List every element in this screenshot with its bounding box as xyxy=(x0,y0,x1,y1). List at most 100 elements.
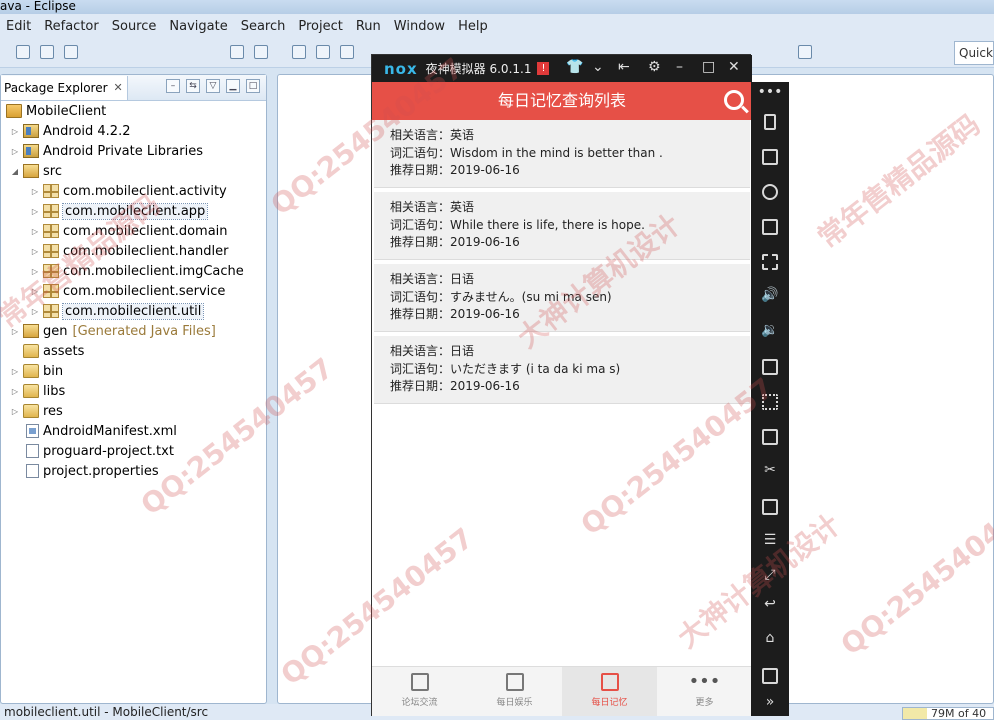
tree-item-private-libs[interactable]: ▷ Android Private Libraries xyxy=(10,141,203,161)
menu-icon[interactable]: ☰ xyxy=(751,532,789,548)
tree-item-manifest[interactable]: AndroidManifest.xml xyxy=(26,421,177,441)
expand-arrow-icon[interactable]: ▷ xyxy=(30,187,40,196)
expand-arrow-icon[interactable]: ▷ xyxy=(10,367,20,376)
memory-list: 相关语言：英语 词汇语句：Wisdom in the mind is bette… xyxy=(372,120,752,666)
expand-arrow-icon[interactable]: ▷ xyxy=(10,147,20,156)
expand-arrow-icon[interactable]: ▷ xyxy=(10,327,20,336)
heap-status[interactable]: 79M of 40 xyxy=(902,707,994,720)
tools-icon[interactable] xyxy=(316,45,330,59)
keyboard-icon[interactable] xyxy=(762,149,778,165)
expand-arrow-icon[interactable]: ▷ xyxy=(30,247,40,256)
chevron-down-icon[interactable]: ⌄ xyxy=(592,59,604,75)
collapse-arrow-icon[interactable]: ◢ xyxy=(10,167,20,176)
expand-icon[interactable]: » xyxy=(751,694,789,710)
maximize-icon[interactable]: □ xyxy=(246,79,260,93)
quick-access-field[interactable]: Quick xyxy=(954,41,994,65)
tab-forum[interactable]: 论坛交流 xyxy=(372,667,467,716)
screen-icon[interactable] xyxy=(762,219,778,235)
menu-window[interactable]: Window xyxy=(394,19,445,34)
list-item[interactable]: 相关语言：日语 词汇语句：いただきます (i ta da ki ma s) 推荐… xyxy=(374,336,750,404)
menu-navigate[interactable]: Navigate xyxy=(169,19,227,34)
tree-item-package[interactable]: ▷ com.mobileclient.activity xyxy=(30,181,227,201)
tab-daily-memory[interactable]: 每日记忆 xyxy=(562,667,657,716)
menu-help[interactable]: Help xyxy=(458,19,488,34)
menu-run[interactable]: Run xyxy=(356,19,381,34)
expand-arrow-icon[interactable]: ▷ xyxy=(30,287,40,296)
check-icon[interactable] xyxy=(254,45,268,59)
tree-item-package[interactable]: ▷ com.mobileclient.handler xyxy=(30,241,229,261)
view-menu-icon[interactable]: ▽ xyxy=(206,79,220,93)
open-perspective-icon[interactable] xyxy=(798,45,812,59)
collapse-all-icon[interactable]: – xyxy=(166,79,180,93)
list-item[interactable]: 相关语言：日语 词汇语句：すみません。(su mi ma sen) 推荐日期：2… xyxy=(374,264,750,332)
tree-item-package[interactable]: ▷ com.mobileclient.domain xyxy=(30,221,228,241)
recent-apps-icon[interactable] xyxy=(762,668,778,684)
volume-down-icon[interactable]: 🔉 xyxy=(751,322,789,338)
expand-arrow-icon[interactable]: ▷ xyxy=(10,127,20,136)
more-icon[interactable]: ••• xyxy=(751,84,789,100)
tab-package-explorer[interactable]: Package Explorer ✕ xyxy=(1,75,128,100)
menu-source[interactable]: Source xyxy=(112,19,157,34)
maximize-icon[interactable]: □ xyxy=(702,59,715,75)
tree-item-package[interactable]: ▷ com.mobileclient.service xyxy=(30,281,225,301)
record-icon[interactable] xyxy=(762,359,778,375)
minimize-icon[interactable]: ▁ xyxy=(226,79,240,93)
new-project-icon[interactable] xyxy=(292,45,306,59)
expand-arrow-icon[interactable]: ▷ xyxy=(10,387,20,396)
list-item[interactable]: 相关语言：英语 词汇语句：Wisdom in the mind is bette… xyxy=(374,120,750,188)
menu-refactor[interactable]: Refactor xyxy=(44,19,99,34)
menu-project[interactable]: Project xyxy=(298,19,342,34)
multi-instance-icon[interactable] xyxy=(762,499,778,515)
close-icon[interactable]: ✕ xyxy=(728,59,740,75)
print-icon[interactable] xyxy=(64,45,78,59)
tree-item-src[interactable]: ◢ src xyxy=(10,161,62,181)
expand-arrow-icon[interactable]: ▷ xyxy=(30,227,40,236)
list-item[interactable]: 相关语言：英语 词汇语句：While there is life, there … xyxy=(374,192,750,260)
tree-item-properties[interactable]: project.properties xyxy=(26,461,159,481)
tree-item-package-selected[interactable]: ▷ com.mobileclient.util xyxy=(30,301,205,321)
status-text: mobileclient.util - MobileClient/src xyxy=(4,705,209,719)
package-icon xyxy=(43,244,59,258)
menu-edit[interactable]: Edit xyxy=(6,19,31,34)
tree-item-libs[interactable]: ▷ libs xyxy=(10,381,65,401)
tree-item-android-lib[interactable]: ▷ Android 4.2.2 xyxy=(10,121,131,141)
resize-icon[interactable]: ⤢ xyxy=(751,567,789,583)
scissors-icon[interactable]: ✂ xyxy=(751,462,789,478)
save-all-icon[interactable] xyxy=(40,45,54,59)
location-icon[interactable] xyxy=(762,184,778,200)
pin-icon[interactable]: ⇤ xyxy=(618,59,630,75)
expand-arrow-icon[interactable]: ▷ xyxy=(30,267,40,276)
skin-icon[interactable]: 👕 xyxy=(566,59,583,75)
android-sdk-icon[interactable] xyxy=(230,45,244,59)
expand-arrow-icon[interactable]: ▷ xyxy=(30,307,40,316)
tree-item-assets[interactable]: assets xyxy=(23,341,84,361)
gear-icon[interactable]: ⚙ xyxy=(648,59,661,75)
source-folder-icon xyxy=(23,164,39,178)
apk-icon[interactable] xyxy=(762,429,778,445)
menu-search[interactable]: Search xyxy=(241,19,286,34)
search-icon[interactable] xyxy=(724,90,744,110)
tree-item-bin[interactable]: ▷ bin xyxy=(10,361,63,381)
tab-more[interactable]: ••• 更多 xyxy=(657,667,752,716)
volume-up-icon[interactable]: 🔊 xyxy=(751,287,789,303)
tree-item-package[interactable]: ▷ com.mobileclient.imgCache xyxy=(30,261,244,281)
tree-item-res[interactable]: ▷ res xyxy=(10,401,63,421)
tree-item-project[interactable]: MobileClient xyxy=(6,101,106,121)
debug-icon[interactable] xyxy=(340,45,354,59)
back-icon[interactable]: ↩ xyxy=(751,596,789,612)
expand-arrow-icon[interactable]: ▷ xyxy=(30,207,40,216)
phone-icon[interactable] xyxy=(764,114,776,130)
alert-badge[interactable]: ! xyxy=(537,62,550,75)
close-icon[interactable]: ✕ xyxy=(114,81,123,94)
home-icon[interactable]: ⌂ xyxy=(751,630,789,646)
tree-item-proguard[interactable]: proguard-project.txt xyxy=(26,441,174,461)
expand-arrow-icon[interactable]: ▷ xyxy=(10,407,20,416)
fullscreen-icon[interactable] xyxy=(762,254,778,270)
minimize-icon[interactable]: – xyxy=(676,59,683,75)
save-icon[interactable] xyxy=(16,45,30,59)
tab-entertainment[interactable]: 每日娱乐 xyxy=(467,667,562,716)
tree-item-package[interactable]: ▷ com.mobileclient.app xyxy=(30,201,209,221)
link-editor-icon[interactable]: ⇆ xyxy=(186,79,200,93)
tree-item-gen[interactable]: ▷ gen [Generated Java Files] xyxy=(10,321,216,341)
shake-icon[interactable] xyxy=(762,394,778,410)
